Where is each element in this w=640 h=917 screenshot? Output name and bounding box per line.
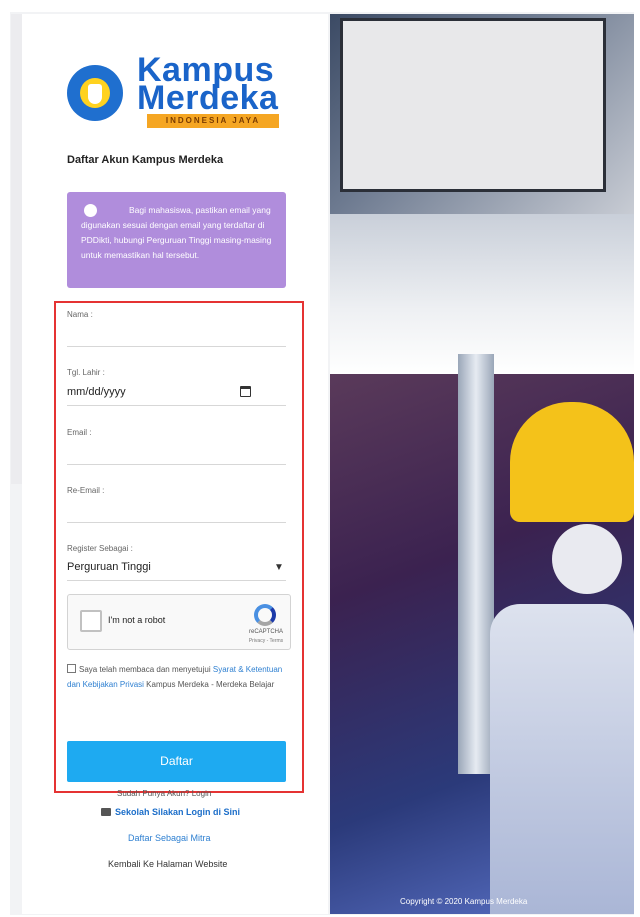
- photo-pipe: [458, 354, 494, 774]
- terms-suffix: Kampus Merdeka - Merdeka Belajar: [146, 680, 275, 689]
- photo-worker-coat: [490, 604, 634, 914]
- kampus-merdeka-logo: Kampus Merdeka INDONESIA JAYA: [67, 51, 287, 130]
- email-label: Email :: [67, 428, 92, 437]
- tgl-lahir-underline: [67, 405, 286, 406]
- recaptcha-brand: reCAPTCHA: [248, 629, 283, 635]
- logo-tagline: INDONESIA JAYA: [147, 114, 279, 128]
- terms-checkbox[interactable]: [67, 664, 76, 673]
- partner-register-link[interactable]: Daftar Sebagai Mitra: [128, 833, 211, 843]
- tgl-lahir-input[interactable]: mm/dd/yyyy: [67, 386, 126, 398]
- calendar-icon[interactable]: [240, 386, 251, 397]
- info-notice: Bagi mahasiswa, pastikan email yang digu…: [67, 192, 286, 288]
- nama-label: Nama :: [67, 310, 93, 319]
- recaptcha-checkbox[interactable]: [80, 610, 102, 632]
- copyright-text: Copyright © 2020 Kampus Merdeka: [400, 897, 528, 906]
- hero-photo: Copyright © 2020 Kampus Merdeka: [330, 14, 634, 914]
- page-title: Daftar Akun Kampus Merdeka: [67, 154, 224, 166]
- register-as-underline: [67, 580, 286, 581]
- re-email-input[interactable]: [67, 522, 286, 523]
- photo-respirator-mask: [552, 524, 622, 594]
- recaptcha-widget: I'm not a robot reCAPTCHA Privacy - Term…: [67, 594, 291, 650]
- briefcase-icon: [101, 808, 111, 816]
- tut-wuri-emblem-icon: [67, 65, 123, 121]
- daftar-button[interactable]: Daftar: [67, 741, 286, 782]
- photo-control-panel: [340, 18, 606, 192]
- chevron-down-icon[interactable]: ▼: [274, 562, 284, 573]
- email-input[interactable]: [67, 464, 286, 465]
- notice-text: Bagi mahasiswa, pastikan email yang digu…: [81, 205, 272, 260]
- nama-input[interactable]: [67, 346, 286, 347]
- terms-agreement: Saya telah membaca dan menyetujui Syarat…: [67, 662, 289, 692]
- photo-fade: [330, 214, 634, 374]
- recaptcha-links[interactable]: Privacy - Terms: [244, 638, 288, 644]
- logo-line-2: Merdeka: [137, 79, 279, 117]
- recaptcha-logo-icon: [254, 604, 276, 626]
- school-login-label: Sekolah Silakan Login di Sini: [115, 807, 241, 817]
- left-edge-shade: [11, 14, 22, 484]
- tgl-lahir-label: Tgl. Lahir :: [67, 368, 105, 377]
- terms-prefix: Saya telah membaca dan menyetujui: [79, 665, 211, 674]
- register-as-select[interactable]: Perguruan Tinggi: [67, 561, 151, 573]
- recaptcha-label: I'm not a robot: [108, 615, 166, 625]
- have-account-text[interactable]: Sudah Punya Akun? Login: [117, 789, 211, 798]
- register-as-label: Register Sebagai :: [67, 544, 133, 553]
- photo-hard-hat: [510, 402, 634, 522]
- back-to-website-link[interactable]: Kembali Ke Halaman Website: [108, 859, 227, 869]
- school-login-link[interactable]: Sekolah Silakan Login di Sini: [101, 807, 240, 817]
- re-email-label: Re-Email :: [67, 486, 105, 495]
